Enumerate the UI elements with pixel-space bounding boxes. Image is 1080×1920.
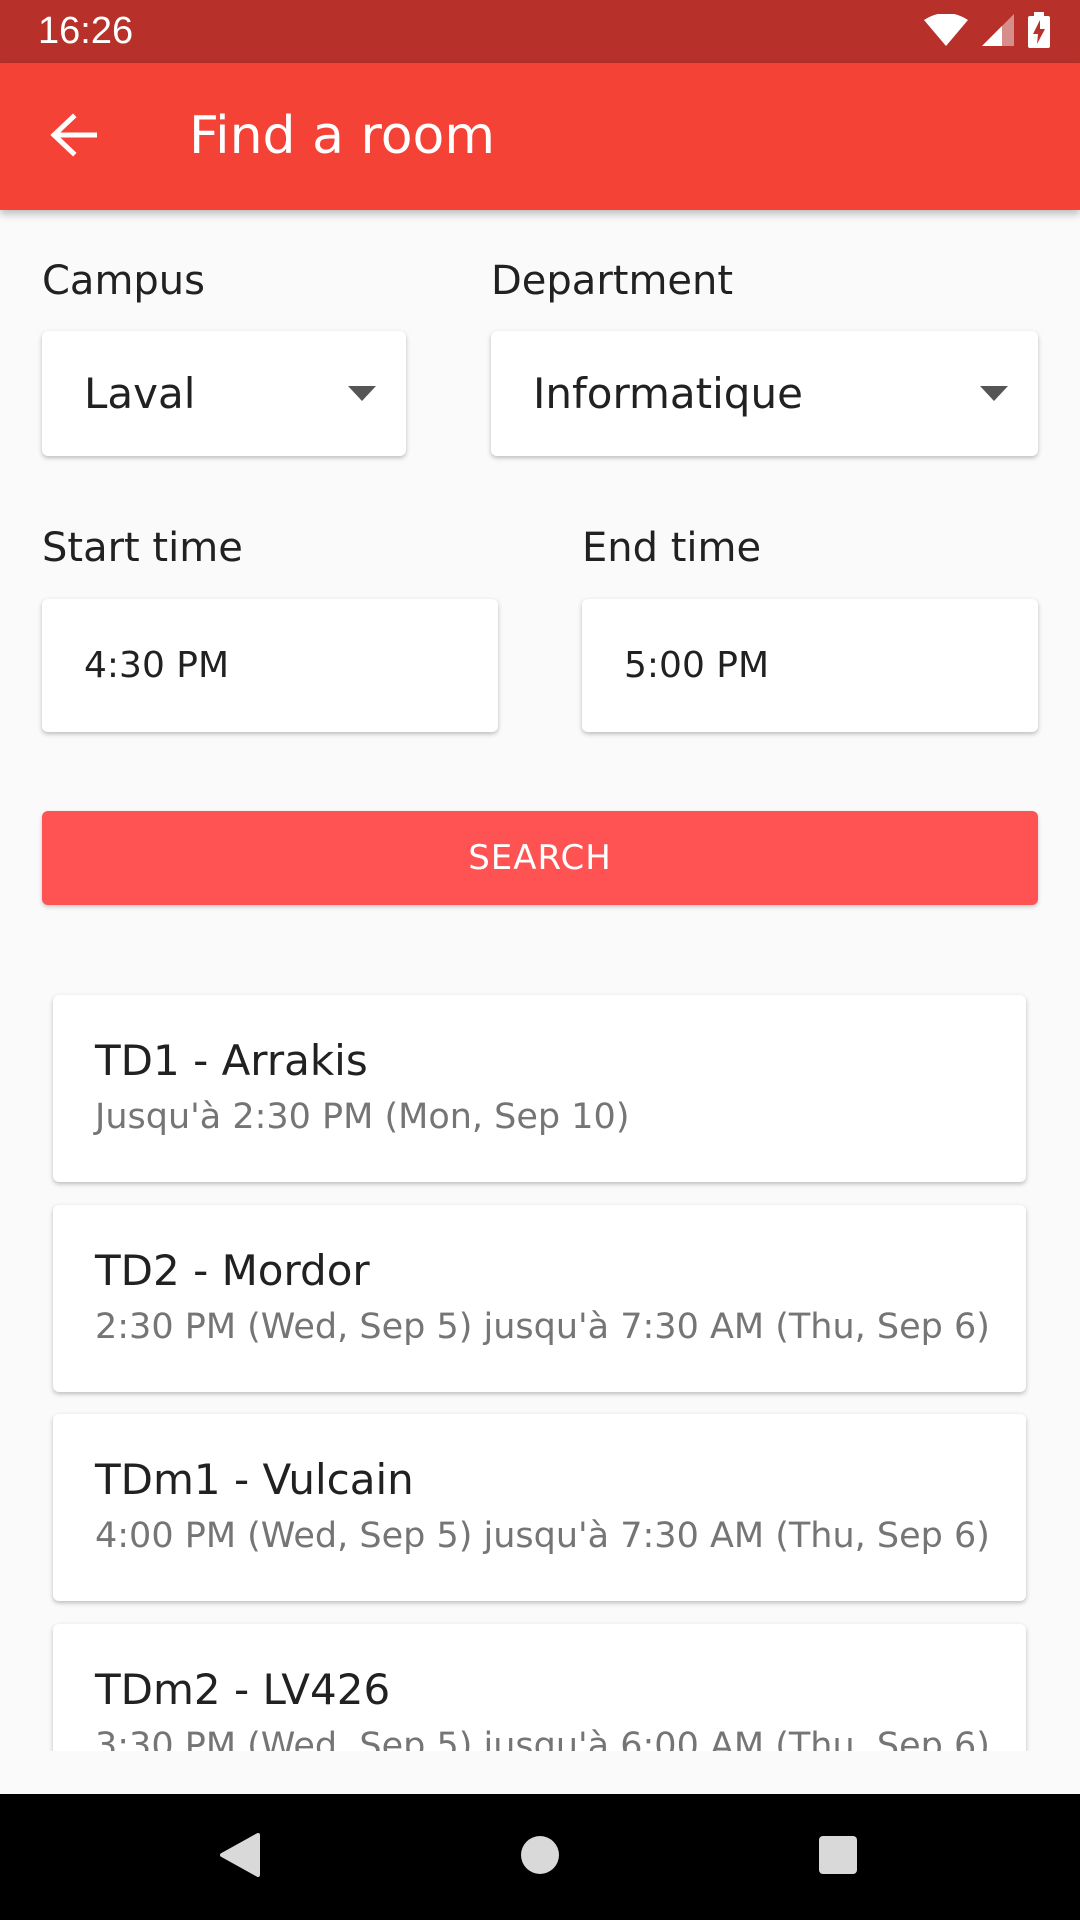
room-name: TDm1 - Vulcain xyxy=(95,1455,414,1504)
end-time-label: End time xyxy=(582,525,762,571)
recents-square-icon xyxy=(817,1834,859,1880)
nav-home-button[interactable] xyxy=(505,1824,575,1890)
end-time-value: 5:00 PM xyxy=(624,645,770,686)
cell-signal-icon xyxy=(982,14,1014,50)
wifi-icon xyxy=(924,13,968,50)
room-list-item[interactable]: TD1 - Arrakis Jusqu'à 2:30 PM (Mon, Sep … xyxy=(53,995,1026,1182)
room-name: TD2 - Mordor xyxy=(95,1246,370,1295)
app-bar: Find a room xyxy=(0,63,1080,210)
battery-charging-icon xyxy=(1028,12,1050,52)
campus-select[interactable]: Laval xyxy=(42,331,406,456)
department-select[interactable]: Informatique xyxy=(491,331,1038,456)
results-list: TD1 - Arrakis Jusqu'à 2:30 PM (Mon, Sep … xyxy=(0,980,1080,1751)
nav-back-button[interactable] xyxy=(205,1824,275,1890)
dropdown-arrow-icon xyxy=(348,385,376,401)
search-button[interactable]: SEARCH xyxy=(42,811,1038,905)
department-value: Informatique xyxy=(533,369,803,418)
home-circle-icon xyxy=(519,1834,561,1880)
back-button[interactable] xyxy=(38,105,108,169)
room-name: TD1 - Arrakis xyxy=(95,1036,368,1085)
room-list-item[interactable]: TDm2 - LV426 3:30 PM (Wed, Sep 5) jusqu'… xyxy=(53,1624,1026,1751)
room-name: TDm2 - LV426 xyxy=(95,1665,391,1714)
start-time-value: 4:30 PM xyxy=(84,645,230,686)
campus-label: Campus xyxy=(42,258,205,304)
arrow-left-icon xyxy=(49,113,98,161)
system-nav-bar xyxy=(0,1794,1080,1920)
room-availability: 4:00 PM (Wed, Sep 5) jusqu'à 7:30 AM (Th… xyxy=(95,1516,990,1556)
department-label: Department xyxy=(491,258,734,304)
status-icons xyxy=(924,12,1050,52)
page-title: Find a room xyxy=(189,106,495,166)
room-availability: Jusqu'à 2:30 PM (Mon, Sep 10) xyxy=(95,1097,630,1137)
room-list-item[interactable]: TDm1 - Vulcain 4:00 PM (Wed, Sep 5) jusq… xyxy=(53,1414,1026,1601)
end-time-field[interactable]: 5:00 PM xyxy=(582,599,1038,732)
start-time-field[interactable]: 4:30 PM xyxy=(42,599,498,732)
status-time: 16:26 xyxy=(38,10,134,52)
room-availability: 3:30 PM (Wed, Sep 5) jusqu'à 6:00 AM (Th… xyxy=(95,1726,990,1751)
back-triangle-icon xyxy=(218,1831,262,1883)
room-availability: 2:30 PM (Wed, Sep 5) jusqu'à 7:30 AM (Th… xyxy=(95,1307,990,1347)
nav-recents-button[interactable] xyxy=(803,1824,873,1890)
campus-value: Laval xyxy=(84,369,196,418)
status-bar: 16:26 xyxy=(0,0,1080,63)
dropdown-arrow-icon xyxy=(980,385,1008,401)
room-list-item[interactable]: TD2 - Mordor 2:30 PM (Wed, Sep 5) jusqu'… xyxy=(53,1205,1026,1392)
start-time-label: Start time xyxy=(42,525,243,571)
